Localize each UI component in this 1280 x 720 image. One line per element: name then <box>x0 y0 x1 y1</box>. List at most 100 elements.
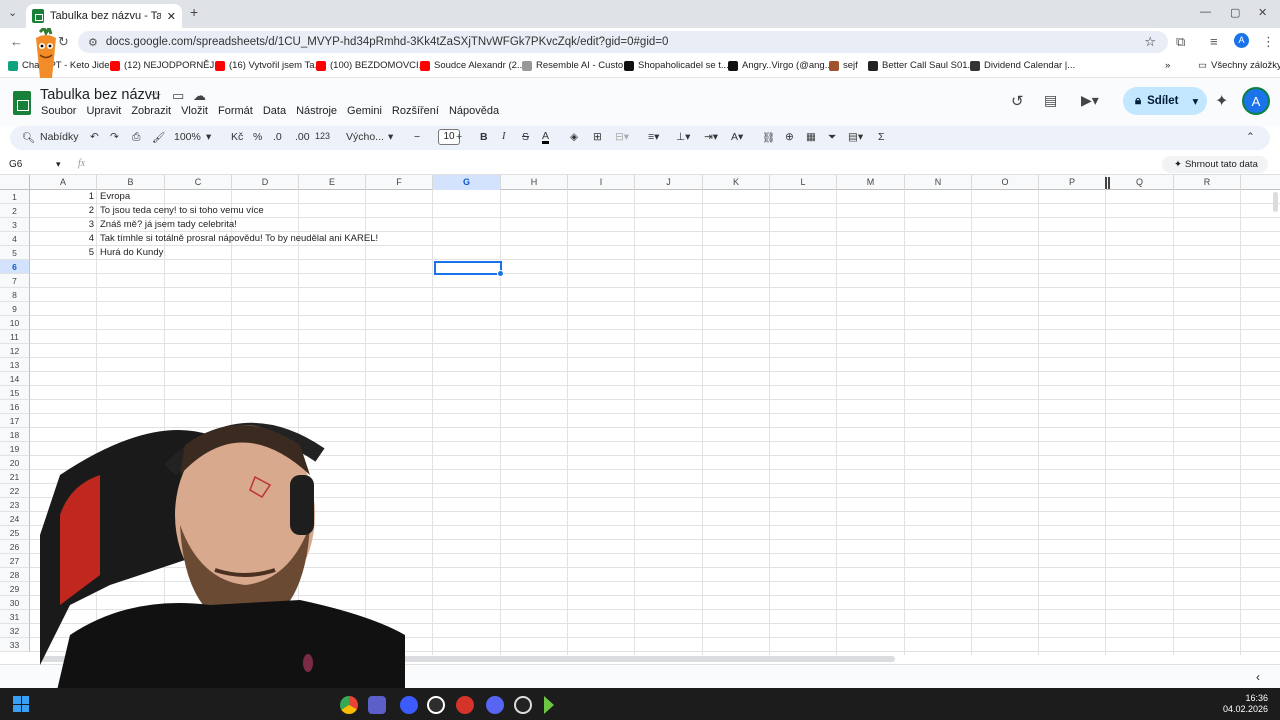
functions-icon[interactable]: Σ <box>878 131 885 143</box>
tab-list-chevron-icon[interactable]: ⌄ <box>8 6 17 19</box>
star-icon[interactable]: ☆ <box>150 88 162 104</box>
red-app-taskbar-icon[interactable] <box>456 696 474 714</box>
column-header-m[interactable]: M <box>837 175 905 190</box>
merge-cells-icon[interactable]: ⊟▾ <box>615 131 629 143</box>
cell-b5[interactable]: Hurá do Kundy <box>100 246 163 260</box>
row-header-11[interactable]: 11 <box>0 330 30 344</box>
strikethrough-button[interactable]: S <box>522 131 529 143</box>
cell-a1[interactable]: 1 <box>30 190 94 204</box>
bookmark-item[interactable]: Soudce Alexandr (2... <box>420 60 525 71</box>
browser-tab[interactable]: Tabulka bez názvu - Tabulky Go ✕ <box>26 4 182 28</box>
sheets-logo-icon[interactable] <box>13 91 31 115</box>
wordpress-taskbar-icon[interactable] <box>427 696 445 714</box>
column-header-b[interactable]: B <box>97 175 165 190</box>
gemini-icon[interactable]: ✦ <box>1215 91 1228 111</box>
site-info-icon[interactable]: ⚙ <box>88 36 98 49</box>
bold-button[interactable]: B <box>480 131 488 143</box>
font-select[interactable]: Výcho... <box>346 131 384 143</box>
column-header-k[interactable]: K <box>703 175 770 190</box>
filter-views-icon[interactable]: ▤▾ <box>848 131 863 143</box>
column-header-g[interactable]: G <box>433 175 501 190</box>
row-header-12[interactable]: 12 <box>0 344 30 358</box>
search-menus-label[interactable]: Nabídky <box>40 131 79 143</box>
cell-a4[interactable]: 4 <box>30 232 94 246</box>
cell-b3[interactable]: Znáš mě? já jsem tady celebrita! <box>100 218 237 232</box>
system-clock[interactable]: 16:36 04.02.2026 <box>1223 693 1268 715</box>
meet-video-icon[interactable]: ▶▾ <box>1081 92 1099 109</box>
font-dropdown-icon[interactable]: ▾ <box>388 131 393 143</box>
search-menus-icon[interactable]: 🔍︎ <box>22 131 35 144</box>
close-window-icon[interactable]: ✕ <box>1258 6 1267 19</box>
address-bar[interactable]: ⚙ docs.google.com/spreadsheets/d/1CU_MVY… <box>78 31 1168 53</box>
column-header-f[interactable]: F <box>366 175 433 190</box>
discord-taskbar-icon[interactable] <box>486 696 504 714</box>
bookmark-item[interactable]: ChatGPT - Keto Jide... <box>8 60 117 71</box>
font-size-decrease-button[interactable]: − <box>414 131 420 143</box>
column-header-p[interactable]: P <box>1039 175 1106 190</box>
row-header-7[interactable]: 7 <box>0 274 30 288</box>
cell-b1[interactable]: Evropa <box>100 190 130 204</box>
row-header-3[interactable]: 3 <box>0 218 30 232</box>
currency-format-button[interactable]: Kč <box>231 131 243 143</box>
row-header-15[interactable]: 15 <box>0 386 30 400</box>
maximize-icon[interactable]: ▢ <box>1230 6 1240 19</box>
decrease-decimal-button[interactable]: .0 <box>273 131 282 143</box>
column-header-d[interactable]: D <box>232 175 299 190</box>
menu-rozsireni[interactable]: Rozšíření <box>392 105 439 117</box>
text-color-button[interactable]: A <box>542 131 550 144</box>
fill-color-icon[interactable]: ◈ <box>570 131 578 143</box>
row-header-10[interactable]: 10 <box>0 316 30 330</box>
freeze-column-handle[interactable] <box>1105 177 1110 189</box>
bookmark-item[interactable]: Angry..Virgo (@ang... <box>728 60 833 71</box>
row-header-6[interactable]: 6 <box>0 260 30 274</box>
zoom-select[interactable]: 100% <box>174 131 201 143</box>
menu-format[interactable]: Formát <box>218 105 253 117</box>
sheet-scroll-left-icon[interactable]: ‹ <box>1256 670 1260 684</box>
windows-start-icon[interactable] <box>13 696 29 712</box>
cell-b4[interactable]: Tak tímhle si totálně prosral nápovědu! … <box>100 232 378 246</box>
redo-icon[interactable]: ↷ <box>110 131 119 143</box>
paint-format-icon[interactable]: 🖌︎ <box>152 131 165 144</box>
column-header-r[interactable]: R <box>1174 175 1241 190</box>
menu-gemini[interactable]: Gemini <box>347 105 382 117</box>
bookmark-star-icon[interactable]: ☆ <box>1144 34 1156 50</box>
column-header-h[interactable]: H <box>501 175 568 190</box>
back-icon[interactable]: ← <box>10 34 23 49</box>
column-header-i[interactable]: I <box>568 175 635 190</box>
row-header-4[interactable]: 4 <box>0 232 30 246</box>
bookmark-item[interactable]: (16) Vytvořil jsem Ta... <box>215 60 322 71</box>
row-header-8[interactable]: 8 <box>0 288 30 302</box>
comments-icon[interactable]: ▤ <box>1044 92 1057 109</box>
more-formats-button[interactable]: 123 <box>315 131 330 141</box>
summarize-data-button[interactable]: ✦ Shrnout tato data <box>1162 156 1268 173</box>
insert-link-icon[interactable]: ⛓︎ <box>762 131 775 144</box>
column-header-a[interactable]: A <box>30 175 97 190</box>
bookmark-item[interactable]: sejf <box>829 60 858 71</box>
row-header-13[interactable]: 13 <box>0 358 30 372</box>
name-box-dropdown-icon[interactable]: ▾ <box>56 159 61 170</box>
text-wrap-icon[interactable]: ⇥▾ <box>704 131 718 143</box>
column-header-l[interactable]: L <box>770 175 837 190</box>
chrome-taskbar-icon[interactable] <box>340 696 358 714</box>
borders-icon[interactable]: ⊞ <box>593 131 602 143</box>
name-box[interactable]: G6 <box>9 159 22 170</box>
move-folder-icon[interactable]: ▭ <box>172 88 184 104</box>
column-header-j[interactable]: J <box>635 175 703 190</box>
bookmark-item[interactable]: Dividend Calendar |... <box>970 60 1075 71</box>
menu-vlozit[interactable]: Vložit <box>181 105 208 117</box>
menu-upravit[interactable]: Upravit <box>86 105 121 117</box>
avatar[interactable]: A <box>1242 87 1270 115</box>
play-app-taskbar-icon[interactable] <box>544 696 554 714</box>
minimize-icon[interactable]: — <box>1200 6 1211 18</box>
column-header-o[interactable]: O <box>972 175 1039 190</box>
extensions-icon[interactable]: ⧉ <box>1176 34 1185 50</box>
reading-list-icon[interactable]: ≡ <box>1210 34 1218 49</box>
percent-format-button[interactable]: % <box>253 131 262 143</box>
collapse-toolbar-icon[interactable]: ⌃ <box>1246 131 1255 143</box>
menu-soubor[interactable]: Soubor <box>41 105 76 117</box>
horizontal-align-icon[interactable]: ≡▾ <box>648 131 659 143</box>
cell-b2[interactable]: To jsou teda ceny! to si toho vemu více <box>100 204 264 218</box>
vertical-scrollbar[interactable] <box>1273 192 1278 212</box>
cell-a2[interactable]: 2 <box>30 204 94 218</box>
column-header-e[interactable]: E <box>299 175 366 190</box>
